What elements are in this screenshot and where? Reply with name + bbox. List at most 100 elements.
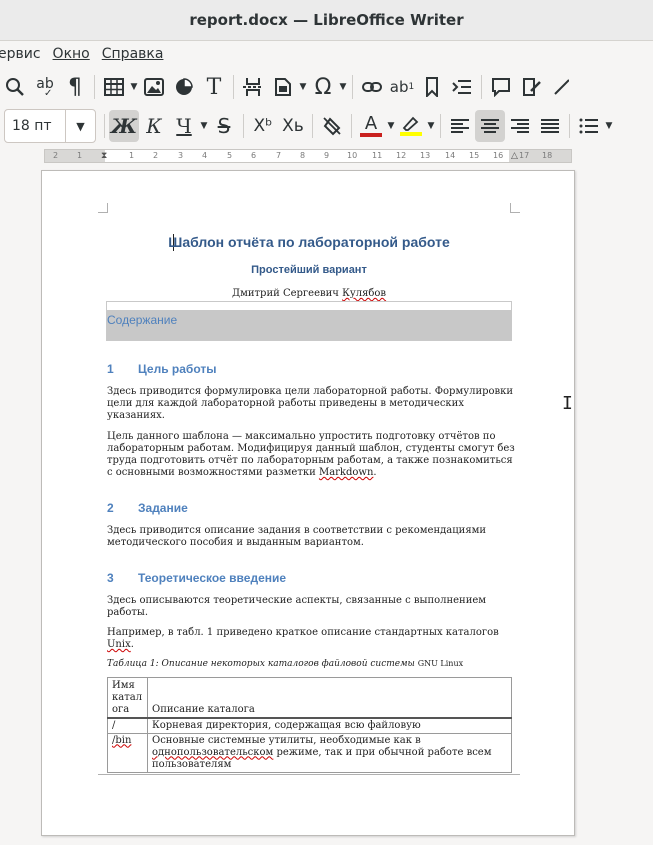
document-table[interactable]: Имя катал ога Описание каталога / Корнев… [107,677,512,773]
underline-button[interactable]: Ч [169,110,199,142]
align-justify-icon[interactable] [535,110,565,142]
paragraph[interactable]: Здесь приводится формулировка цели лабор… [107,386,517,422]
insert-chart-icon[interactable] [169,71,199,103]
menu-help[interactable]: Справка [102,46,164,62]
table-row: / Корневая директория, содержащая всю фа… [107,717,512,734]
menu-tools[interactable]: ервис [0,46,41,62]
toolbar-separator [233,75,234,99]
bullet-list-icon[interactable] [574,110,604,142]
font-size-value[interactable]: 18 пт [5,118,65,134]
window-title: report.docx — LibreOffice Writer [189,11,464,29]
chevron-down-icon[interactable]: ▼ [129,82,139,92]
document-author[interactable]: Дмитрий Сергеевич Кулябов [42,288,576,299]
ruler-tick: 8 [300,151,306,160]
align-right-icon[interactable] [505,110,535,142]
section-heading[interactable]: 1 Цель работы [107,362,217,376]
superscript-button[interactable]: Xᵇ [248,110,278,142]
align-center-icon[interactable] [475,110,505,142]
section-number: 1 [107,362,114,376]
table-cell[interactable]: Корневая директория, содержащая всю файл… [147,717,512,734]
insert-textbox-icon[interactable]: T [199,71,229,103]
ruler-tick: 10 [347,151,358,160]
chevron-down-icon[interactable]: ▼ [65,110,95,142]
clear-formatting-icon[interactable] [317,110,347,142]
misspelled-word: Unix [107,639,131,650]
hyperlink-icon[interactable] [357,71,387,103]
formatting-toolbar: 18 пт ▼ Ж К Ч ▼ S Xᵇ Xь A ▼ ▼ ▼ [0,106,653,146]
highlight-color-icon[interactable] [396,110,426,142]
section-title: Теоретическое введение [138,571,287,585]
toolbar-separator [94,75,95,99]
table-cell[interactable]: Основные системные утилиты, необходимые … [147,732,512,773]
document-subtitle[interactable]: Простейший вариант [42,264,576,276]
document-page[interactable]: Шаблон отчёта по лабораторной работе Про… [41,170,575,836]
ruler-tick: 1 [77,151,83,160]
toolbar-separator [243,114,244,138]
insert-field-icon[interactable] [268,71,298,103]
document-title[interactable]: Шаблон отчёта по лабораторной работе [42,234,576,250]
toolbar-separator [104,114,105,138]
strikethrough-button[interactable]: S [209,110,239,142]
toolbar-separator [351,114,352,138]
track-changes-icon[interactable] [516,71,546,103]
ruler-tick: 6 [251,151,257,160]
comment-icon[interactable] [486,71,516,103]
ruler-tick: 13 [420,151,431,160]
chevron-down-icon[interactable]: ▼ [199,121,209,131]
paragraph[interactable]: Здесь описываются теоретические аспекты,… [107,595,517,619]
cross-reference-icon[interactable] [447,71,477,103]
chevron-down-icon[interactable]: ▼ [298,82,308,92]
page-break-icon[interactable] [238,71,268,103]
font-color-icon[interactable]: A [356,110,386,142]
paragraph-text: . [130,639,134,650]
bold-button[interactable]: Ж [109,110,139,142]
toolbar-separator [312,114,313,138]
indent-marker-icon[interactable]: ⧗ [101,151,107,161]
draw-line-icon[interactable] [546,71,576,103]
section-heading[interactable]: 2 Задание [107,501,188,515]
chevron-down-icon[interactable]: ▼ [386,121,396,131]
paragraph[interactable]: Здесь приводится описание задания в соот… [107,525,517,549]
toolbar-separator [352,75,353,99]
special-character-icon[interactable]: Ω [308,71,338,103]
horizontal-ruler[interactable]: 2 1 ⧗ 1 2 3 4 5 6 7 8 9 10 11 12 13 14 1… [44,149,572,163]
insert-table-icon[interactable] [99,71,129,103]
menu-window[interactable]: Окно [53,46,90,62]
footnote-icon[interactable]: ab 1 [387,71,417,103]
ruler-tick: 2 [153,151,159,160]
ruler-tick: 11 [372,151,383,160]
table-header-cell[interactable]: Описание каталога [147,677,512,719]
ruler-tick: 18 [542,151,553,160]
right-indent-marker-icon[interactable]: △ [511,151,518,161]
page-corner-marker [510,203,520,213]
paragraph[interactable]: Например, в табл. 1 приведено краткое оп… [107,627,517,651]
paragraph[interactable]: Цель данного шаблона — максимально упрос… [107,431,517,479]
table-row: /bin Основные системные утилиты, необход… [107,732,512,773]
table-cell[interactable]: /bin [107,732,148,773]
toc-heading[interactable]: Содержание [107,310,512,330]
table-cell[interactable]: / [107,717,148,734]
table-caption[interactable]: Таблица 1: Описание некоторых каталогов … [107,659,463,669]
caption-term: GNU Linux [417,659,464,668]
author-first-name: Дмитрий Сергеевич [231,288,343,299]
table-header-cell[interactable]: Имя катал ога [107,677,148,719]
page-text-boundary [98,774,520,775]
chevron-down-icon[interactable]: ▼ [426,121,436,131]
spellcheck-icon[interactable]: ab ✓ [30,71,60,103]
misspelled-word: /bin [112,734,132,746]
find-icon[interactable] [0,71,30,103]
section-heading[interactable]: 3 Теоретическое введение [107,571,286,585]
bookmark-icon[interactable] [417,71,447,103]
insert-image-icon[interactable] [139,71,169,103]
toolbar-separator [481,75,482,99]
font-size-combobox[interactable]: 18 пт ▼ [4,109,96,143]
chevron-down-icon[interactable]: ▼ [338,82,348,92]
subscript-button[interactable]: Xь [278,110,308,142]
align-left-icon[interactable] [445,110,475,142]
toolbar-separator [569,114,570,138]
window-title-bar: report.docx — LibreOffice Writer [0,0,653,41]
chevron-down-icon[interactable]: ▼ [604,121,614,131]
formatting-marks-icon[interactable]: ¶ [60,71,90,103]
ruler-tick: 16 [493,151,504,160]
italic-button[interactable]: К [139,110,169,142]
